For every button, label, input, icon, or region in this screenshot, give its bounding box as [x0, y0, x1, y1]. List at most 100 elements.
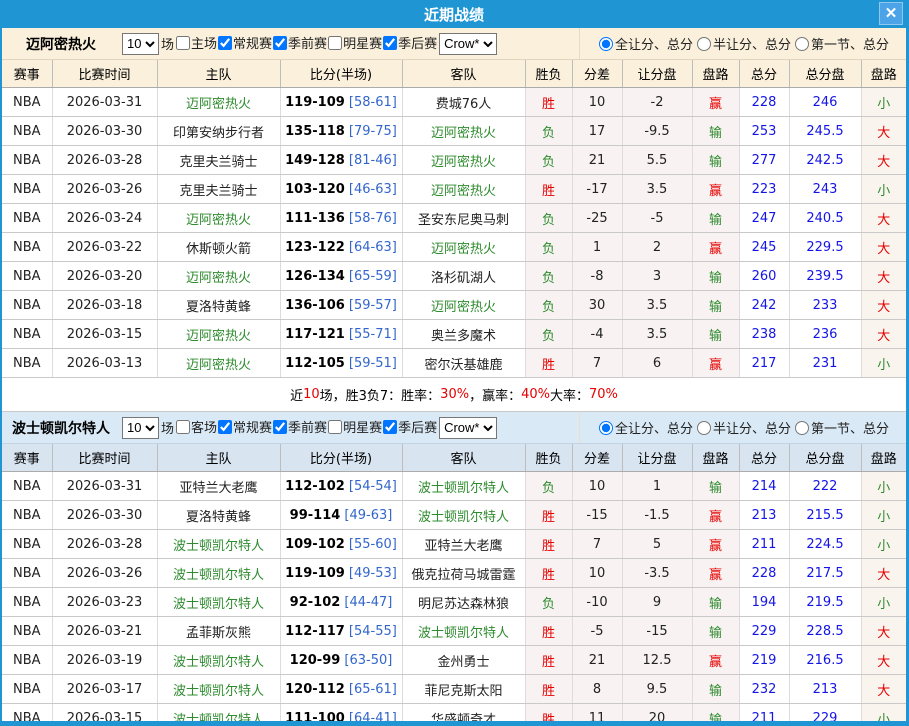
radio-input[interactable] — [599, 37, 613, 51]
radio-input[interactable] — [697, 421, 711, 435]
final-score: 135-118 — [285, 124, 345, 139]
filter-checkbox[interactable]: 季前赛 — [272, 33, 327, 52]
checkbox-input[interactable] — [218, 36, 232, 50]
point-diff-cell: -25 — [572, 204, 622, 233]
score-cell: 126-134 [65-59] — [280, 262, 402, 291]
final-score: 123-122 — [285, 240, 345, 255]
filter-radio[interactable]: 全让分、总分 — [597, 34, 693, 53]
final-score: 117-121 — [285, 327, 345, 342]
filter-checkbox[interactable]: 主场 — [175, 33, 217, 52]
total-points-cell: 194 — [739, 588, 789, 617]
handicap-result-cell: 输 — [692, 704, 739, 726]
half-time-score: [59-51] — [345, 356, 397, 371]
result-cell: 负 — [525, 588, 572, 617]
column-header: 比赛时间 — [52, 444, 157, 472]
checkbox-input[interactable] — [328, 420, 342, 434]
total-line-cell: 245.5 — [789, 117, 861, 146]
final-score: 99-114 — [290, 508, 341, 523]
filter-checkboxes: 客场常规赛季前赛明星赛季后赛 — [175, 417, 437, 438]
league-cell: NBA — [2, 704, 52, 726]
handicap-line-cell: -5 — [622, 204, 692, 233]
filter-radio[interactable]: 半让分、总分 — [695, 418, 791, 437]
home-team-cell: 迈阿密热火 — [157, 204, 280, 233]
point-diff-cell: 21 — [572, 646, 622, 675]
total-points-cell: 214 — [739, 472, 789, 501]
total-points-cell: 219 — [739, 646, 789, 675]
radio-label: 全让分、总分 — [615, 418, 693, 437]
over-under-cell: 小 — [861, 175, 906, 204]
home-team-cell: 克里夫兰骑士 — [157, 175, 280, 204]
league-cell: NBA — [2, 349, 52, 378]
team-section-celtics: 波士顿凯尔特人 10 场 客场常规赛季前赛明星赛季后赛 Crow* 全让分、总分… — [2, 412, 906, 726]
filter-checkbox[interactable]: 明星赛 — [327, 33, 382, 52]
filter-radio[interactable]: 第一节、总分 — [793, 418, 889, 437]
checkbox-input[interactable] — [328, 36, 342, 50]
total-line-cell: 216.5 — [789, 646, 861, 675]
game-row: NBA2026-03-26克里夫兰骑士103-120 [46-63]迈阿密热火胜… — [2, 175, 906, 204]
radio-input[interactable] — [795, 37, 809, 51]
handicap-result-cell: 输 — [692, 675, 739, 704]
filter-checkbox[interactable]: 季后赛 — [382, 33, 437, 52]
radio-input[interactable] — [697, 37, 711, 51]
over-under-cell: 大 — [861, 559, 906, 588]
checkbox-input[interactable] — [383, 36, 397, 50]
filter-radio[interactable]: 第一节、总分 — [793, 34, 889, 53]
point-diff-cell: 30 — [572, 291, 622, 320]
filter-checkbox[interactable]: 季后赛 — [382, 417, 437, 436]
filter-checkbox[interactable]: 常规赛 — [217, 33, 272, 52]
score-cell: 109-102 [55-60] — [280, 530, 402, 559]
summary-row: 近 10 场，胜3负7：胜率： 30% ，赢率： 40% 大率： 70% — [2, 378, 906, 412]
total-line-cell: 217.5 — [789, 559, 861, 588]
checkbox-label: 常规赛 — [233, 417, 272, 436]
result-cell: 胜 — [525, 88, 572, 117]
score-cell: 120-99 [63-50] — [280, 646, 402, 675]
games-count-select[interactable]: 10 — [122, 417, 159, 439]
radio-input[interactable] — [795, 421, 809, 435]
filter-checkboxes: 主场常规赛季前赛明星赛季后赛 — [175, 33, 437, 54]
radio-input[interactable] — [599, 421, 613, 435]
filter-radio[interactable]: 全让分、总分 — [597, 418, 693, 437]
filter-checkbox[interactable]: 客场 — [175, 417, 217, 436]
checkbox-input[interactable] — [383, 420, 397, 434]
close-button[interactable]: ✕ — [879, 2, 903, 25]
away-team-cell: 密尔沃基雄鹿 — [402, 349, 525, 378]
summary-text: 大率： — [550, 385, 589, 404]
checkbox-input[interactable] — [273, 36, 287, 50]
away-team-cell: 波士顿凯尔特人 — [402, 617, 525, 646]
date-cell: 2026-03-30 — [52, 117, 157, 146]
league-cell: NBA — [2, 320, 52, 349]
bookmaker-select[interactable]: Crow* — [439, 417, 497, 439]
total-line-cell: 240.5 — [789, 204, 861, 233]
handicap-line-cell: 2 — [622, 233, 692, 262]
league-cell: NBA — [2, 262, 52, 291]
column-header: 比赛时间 — [52, 60, 157, 88]
handicap-result-cell: 赢 — [692, 349, 739, 378]
checkbox-input[interactable] — [273, 420, 287, 434]
filter-checkbox[interactable]: 季前赛 — [272, 417, 327, 436]
radio-label: 第一节、总分 — [811, 418, 889, 437]
date-cell: 2026-03-31 — [52, 88, 157, 117]
filter-checkbox[interactable]: 常规赛 — [217, 417, 272, 436]
filter-checkbox[interactable]: 明星赛 — [327, 417, 382, 436]
column-header: 主队 — [157, 60, 280, 88]
checkbox-input[interactable] — [176, 420, 190, 434]
filter-radios: 全让分、总分半让分、总分 第一节、总分 — [579, 412, 906, 443]
games-count-select[interactable]: 10 — [122, 33, 159, 55]
away-team-cell: 费城76人 — [402, 88, 525, 117]
bookmaker-select[interactable]: Crow* — [439, 33, 497, 55]
summary-over-rate: 70% — [589, 387, 618, 402]
game-row: NBA2026-03-18夏洛特黄蜂136-106 [59-57]迈阿密热火负3… — [2, 291, 906, 320]
score-cell: 112-102 [54-54] — [280, 472, 402, 501]
handicap-line-cell: 3.5 — [622, 291, 692, 320]
result-cell: 负 — [525, 320, 572, 349]
handicap-line-cell: 3.5 — [622, 175, 692, 204]
column-header: 赛事 — [2, 444, 52, 472]
filter-radio[interactable]: 半让分、总分 — [695, 34, 791, 53]
league-cell: NBA — [2, 559, 52, 588]
score-cell: 120-112 [65-61] — [280, 675, 402, 704]
point-diff-cell: 10 — [572, 472, 622, 501]
checkbox-input[interactable] — [176, 36, 190, 50]
checkbox-input[interactable] — [218, 420, 232, 434]
total-line-cell: 224.5 — [789, 530, 861, 559]
away-team-cell: 迈阿密热火 — [402, 117, 525, 146]
